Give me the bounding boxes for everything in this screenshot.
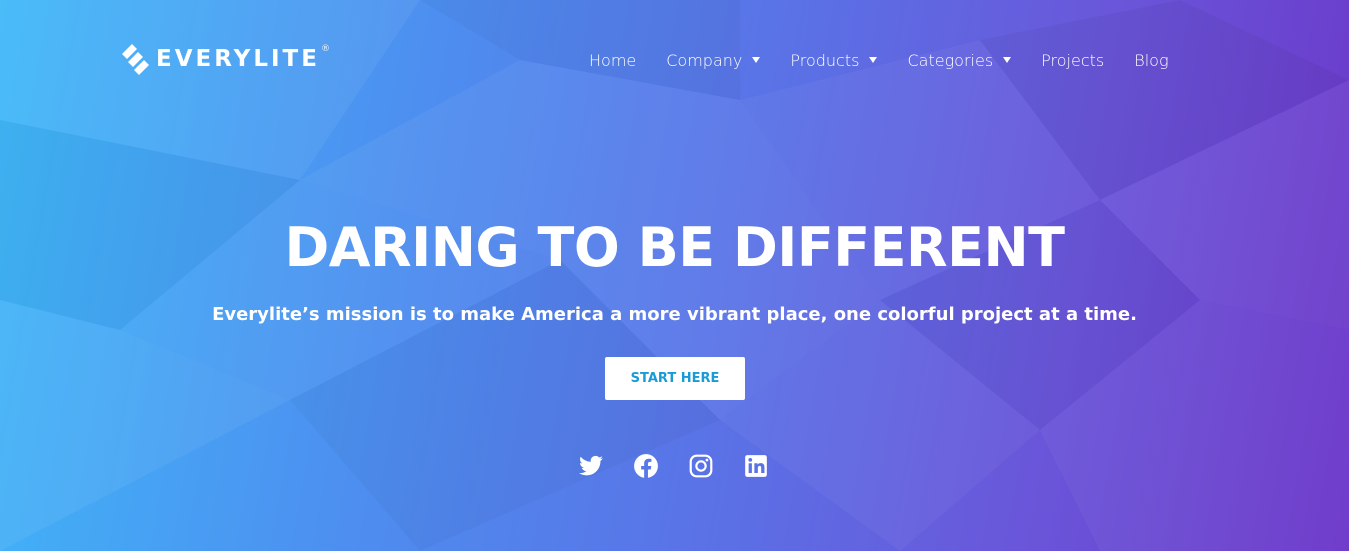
nav-item-label: Company bbox=[666, 50, 743, 70]
nav-item-blog[interactable]: Blog bbox=[1134, 48, 1168, 72]
nav-item-label: Projects bbox=[1041, 50, 1105, 70]
start-here-button[interactable]: START HERE bbox=[605, 357, 745, 400]
instagram-link[interactable] bbox=[688, 453, 716, 479]
twitter-link[interactable] bbox=[578, 453, 606, 479]
hero-section: EVERYLITE ® Home Company Products Catego… bbox=[0, 0, 1349, 551]
nav-item-label: Categories bbox=[907, 50, 994, 70]
hero-headline: DARING TO BE DIFFERENT bbox=[284, 216, 1065, 279]
registered-mark: ® bbox=[320, 44, 330, 54]
nav-item-company[interactable]: Company bbox=[666, 48, 761, 72]
facebook-icon bbox=[634, 454, 658, 478]
instagram-icon bbox=[689, 454, 713, 478]
linkedin-icon bbox=[745, 455, 767, 477]
twitter-icon bbox=[579, 455, 603, 476]
caret-down-icon bbox=[752, 57, 761, 63]
nav-item-label: Blog bbox=[1134, 50, 1169, 70]
social-links bbox=[578, 453, 798, 479]
nav-item-categories[interactable]: Categories bbox=[907, 48, 1012, 72]
brand-logo[interactable]: EVERYLITE ® bbox=[118, 40, 330, 78]
nav-item-projects[interactable]: Projects bbox=[1041, 48, 1104, 72]
nav-item-label: Products bbox=[790, 50, 860, 70]
logo-mark-icon bbox=[122, 44, 149, 75]
nav-item-products[interactable]: Products bbox=[790, 48, 878, 72]
hero-tagline: Everylite’s mission is to make America a… bbox=[212, 304, 1137, 325]
brand-name: EVERYLITE bbox=[156, 46, 320, 72]
caret-down-icon bbox=[1003, 57, 1012, 63]
facebook-link[interactable] bbox=[633, 453, 661, 479]
caret-down-icon bbox=[869, 57, 878, 63]
main-nav: Home Company Products Categories Project… bbox=[589, 48, 1169, 72]
nav-item-home[interactable]: Home bbox=[589, 48, 636, 72]
linkedin-link[interactable] bbox=[743, 453, 771, 479]
nav-item-label: Home bbox=[589, 50, 637, 70]
